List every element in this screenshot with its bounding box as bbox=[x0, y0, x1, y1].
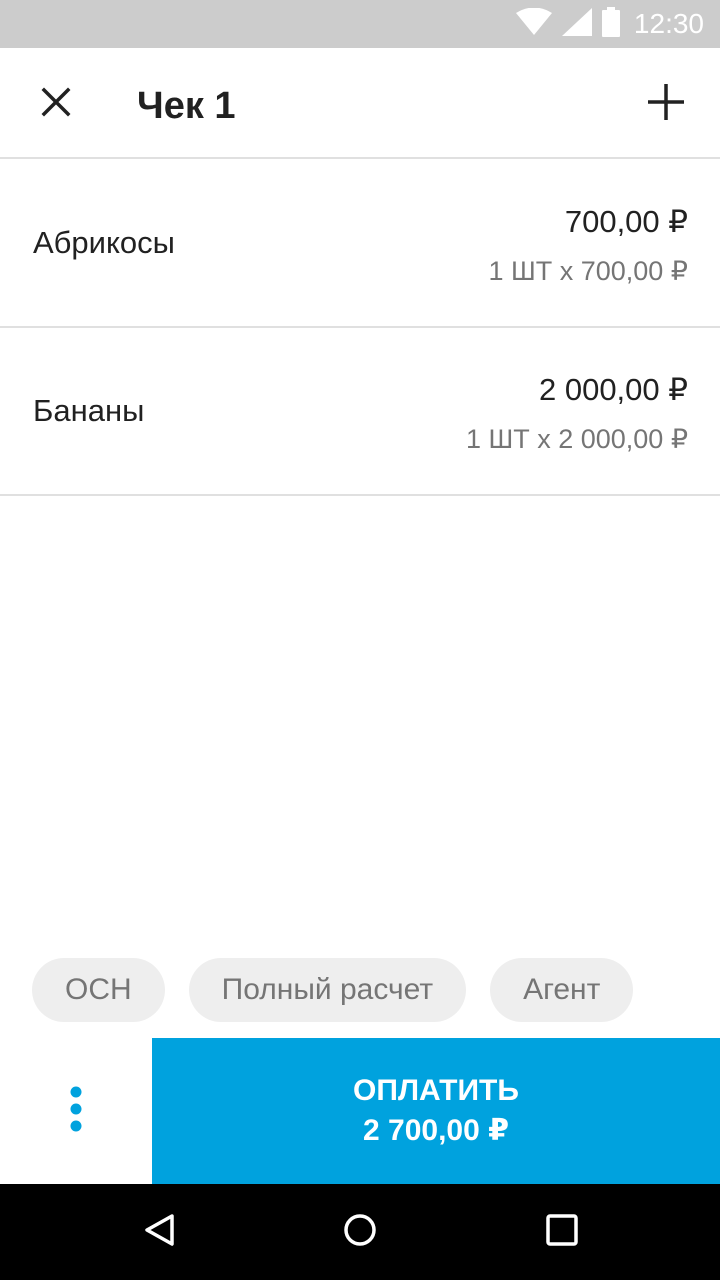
system-nav-bar bbox=[0, 1184, 720, 1280]
status-icons: 12:30 bbox=[515, 0, 704, 48]
back-icon bbox=[143, 1213, 177, 1252]
chip-payment-type[interactable]: Полный расчет bbox=[188, 958, 467, 1022]
chip-agent[interactable]: Агент bbox=[490, 958, 634, 1022]
list-item[interactable]: Абрикосы 700,00 ₽ 1 ШТ x 700,00 ₽ bbox=[0, 160, 720, 328]
close-button[interactable] bbox=[28, 76, 84, 132]
item-detail: 1 ШТ x 2 000,00 ₽ bbox=[465, 424, 688, 454]
home-icon bbox=[343, 1213, 377, 1252]
signal-icon bbox=[561, 7, 592, 41]
nav-home-button[interactable] bbox=[330, 1202, 390, 1262]
page-title: Чек 1 bbox=[137, 85, 236, 127]
battery-icon bbox=[601, 6, 620, 42]
nav-recents-button[interactable] bbox=[532, 1202, 592, 1262]
status-time: 12:30 bbox=[633, 8, 704, 39]
receipt-options: ОСН Полный расчет Агент bbox=[32, 958, 634, 1022]
item-total: 700,00 ₽ bbox=[564, 204, 688, 239]
item-detail: 1 ШТ x 700,00 ₽ bbox=[488, 256, 688, 286]
plus-icon bbox=[647, 83, 685, 126]
item-total: 2 000,00 ₽ bbox=[538, 372, 688, 407]
pay-button[interactable]: ОПЛАТИТЬ 2 700,00 ₽ bbox=[152, 1038, 720, 1184]
pay-button-label: ОПЛАТИТЬ bbox=[353, 1074, 519, 1107]
item-name: Бананы bbox=[33, 393, 145, 428]
close-icon bbox=[41, 87, 71, 122]
chip-tax-system[interactable]: ОСН bbox=[32, 958, 165, 1022]
status-bar: 12:30 bbox=[0, 0, 720, 48]
recents-icon bbox=[546, 1213, 578, 1251]
nav-back-button[interactable] bbox=[130, 1202, 190, 1262]
list-item[interactable]: Бананы 2 000,00 ₽ 1 ШТ x 2 000,00 ₽ bbox=[0, 328, 720, 496]
app-bar: Чек 1 bbox=[0, 48, 720, 159]
item-name: Абрикосы bbox=[33, 225, 175, 260]
wifi-icon bbox=[515, 7, 552, 41]
more-options-button[interactable] bbox=[0, 1038, 152, 1184]
more-vert-icon bbox=[69, 1085, 83, 1138]
pay-button-amount: 2 700,00 ₽ bbox=[363, 1114, 509, 1147]
add-item-button[interactable] bbox=[638, 76, 694, 132]
